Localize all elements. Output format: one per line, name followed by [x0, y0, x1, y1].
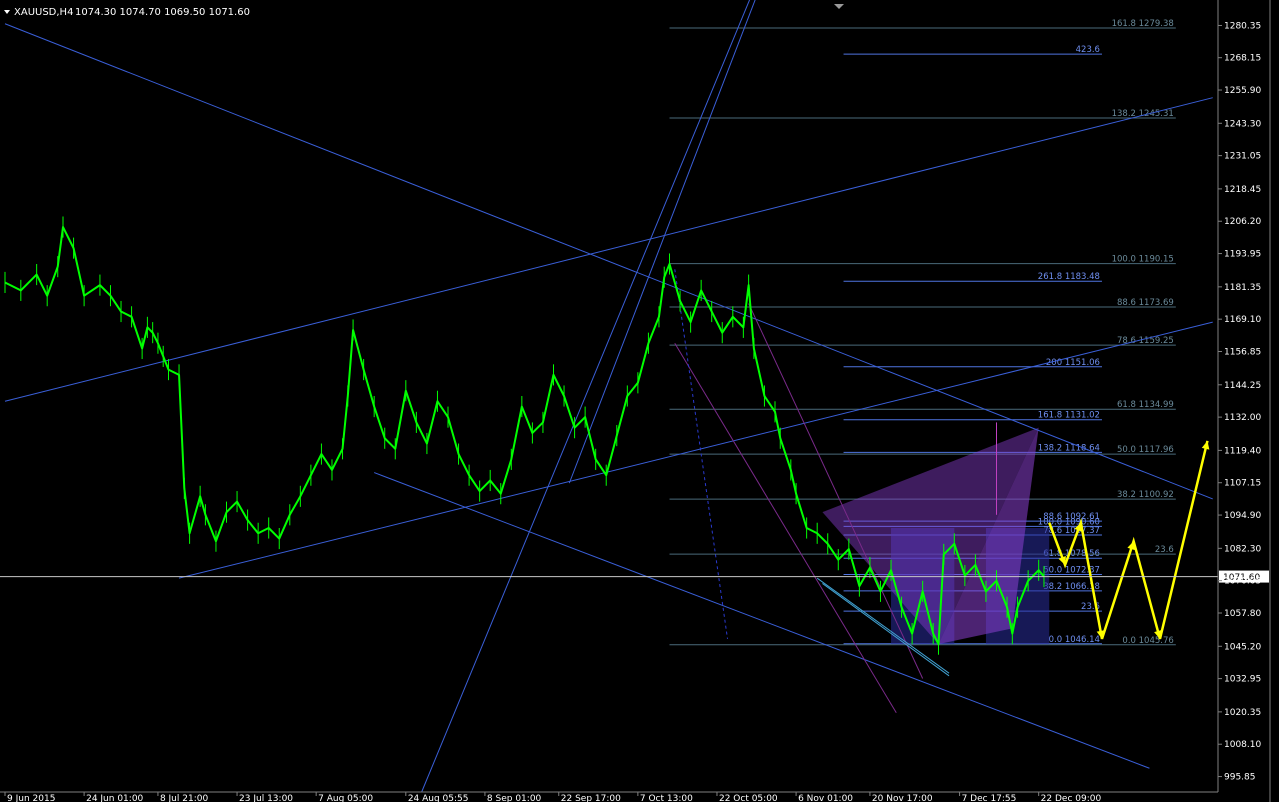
y-tick-label-23: 995.85	[1224, 773, 1256, 783]
y-tick-label-20: 1032.95	[1224, 675, 1261, 685]
ohlc-readout: 1074.30 1074.70 1069.50 1071.60	[75, 7, 250, 18]
x-tick-label-9: 22 Oct 05:00	[719, 794, 778, 802]
y-tick-label-6: 1206.20	[1224, 217, 1261, 227]
y-tick-label-3: 1243.30	[1224, 119, 1261, 129]
y-tick-label-4: 1231.05	[1224, 152, 1261, 162]
x-tick-label-7: 22 Sep 17:00	[561, 794, 621, 802]
fib-level-label-3: 100.0 1190.15	[1112, 255, 1174, 265]
y-tick-label-7: 1193.95	[1224, 250, 1261, 260]
y-tick-label-22: 1008.10	[1224, 740, 1261, 750]
y-tick-label-0: 1280.35	[1224, 21, 1261, 31]
fib-level-label-2: 138.2 1245.31	[1112, 109, 1174, 119]
fib-level-label-8: 61.8 1134.99	[1117, 400, 1174, 410]
x-tick-label-8: 7 Oct 13:00	[640, 794, 693, 802]
y-tick-label-21: 1020.35	[1224, 708, 1261, 718]
fib-level-label-12: 38.2 1100.92	[1117, 490, 1174, 500]
fib-level-label-22: 0.0 1045.76	[1122, 636, 1173, 646]
x-tick-label-13: 22 Dec 09:00	[1041, 794, 1102, 802]
x-tick-label-10: 6 Nov 01:00	[798, 794, 853, 802]
x-tick-label-3: 23 Jul 13:00	[239, 794, 293, 802]
y-tick-label-8: 1181.35	[1224, 283, 1261, 293]
fib-level-label-17: 23.6	[1155, 545, 1174, 555]
y-tick-label-18: 1057.80	[1224, 609, 1261, 619]
x-tick-label-5: 24 Aug 05:55	[408, 794, 469, 802]
y-tick-label-10: 1156.85	[1224, 348, 1261, 358]
y-tick-label-13: 1119.40	[1224, 446, 1261, 456]
y-tick-label-5: 1218.45	[1224, 185, 1261, 195]
x-tick-label-12: 7 Dec 17:55	[962, 794, 1017, 802]
x-tick-label-1: 24 Jun 01:00	[86, 794, 143, 802]
x-tick-label-11: 20 Nov 17:00	[872, 794, 933, 802]
fib-level-label-11: 50.0 1117.96	[1117, 445, 1174, 455]
fib-level-label-1: 423.6	[1076, 45, 1100, 55]
symbol-label: XAUUSD,H4	[14, 7, 73, 18]
chart-background	[0, 0, 1279, 802]
fib-level-label-21: 0.0 1046.14	[1049, 635, 1100, 645]
fib-level-label-10: 138.2 1118.64	[1038, 443, 1100, 453]
x-tick-label-0: 9 Jun 2015	[7, 794, 55, 802]
y-tick-label-12: 1132.00	[1224, 413, 1261, 423]
fib-level-label-9: 161.8 1131.02	[1038, 411, 1100, 421]
y-tick-label-14: 1107.15	[1224, 479, 1261, 489]
y-tick-label-15: 1094.90	[1224, 511, 1261, 521]
x-tick-label-6: 8 Sep 01:00	[487, 794, 542, 802]
fib-level-label-6: 78.6 1159.25	[1117, 336, 1174, 346]
y-tick-label-19: 1045.20	[1224, 642, 1261, 652]
fib-level-label-14: 88.6 1092.61	[1043, 512, 1100, 522]
y-tick-label-2: 1255.90	[1224, 86, 1261, 96]
y-tick-label-9: 1169.10	[1224, 315, 1261, 325]
x-tick-label-4: 7 Aug 05:00	[318, 794, 373, 802]
fib-level-label-4: 261.8 1183.48	[1038, 272, 1100, 282]
y-tick-label-17: 1070.05	[1224, 577, 1261, 587]
y-tick-label-1: 1268.15	[1224, 54, 1261, 64]
price-chart[interactable]: 161.8 1279.38 423.6 138.2 1245.31 100.0 119…	[0, 0, 1279, 802]
fib-level-label-0: 161.8 1279.38	[1112, 19, 1174, 29]
fib-level-label-5: 88.6 1173.69	[1117, 298, 1174, 308]
y-tick-label-16: 1082.30	[1224, 544, 1261, 554]
fib-level-label-7: 200 1151.06	[1046, 358, 1100, 368]
y-tick-label-11: 1144.25	[1224, 381, 1261, 391]
x-tick-label-2: 8 Jul 21:00	[160, 794, 209, 802]
